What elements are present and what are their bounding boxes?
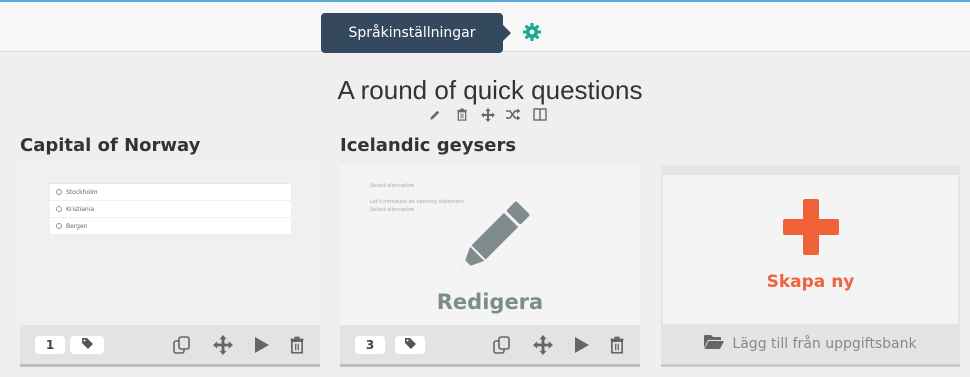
trash-icon[interactable]	[607, 335, 627, 355]
preview-option: Bergen	[50, 218, 291, 235]
create-new-label: Skapa ny	[766, 272, 855, 292]
columns-icon[interactable]	[531, 106, 548, 123]
copy-icon[interactable]	[172, 335, 192, 355]
create-new-card: Skapa ny Lägg till från uppgiftsbank	[661, 165, 960, 367]
preview-option: Kristiania	[50, 201, 291, 218]
card-preview[interactable]: Stockholm Kristiania Bergen	[20, 165, 320, 325]
task-card-capital-of-norway[interactable]: Stockholm Kristiania Bergen 1	[20, 165, 320, 367]
preview-line: Select alternative	[370, 207, 415, 213]
preview-line: Select alternative	[370, 183, 415, 189]
move-icon[interactable]	[213, 335, 233, 355]
plus-icon	[783, 199, 839, 255]
tag-button[interactable]	[395, 336, 425, 354]
preview-option: Stockholm	[50, 184, 291, 201]
play-icon[interactable]	[571, 335, 591, 355]
preview-option-list: Stockholm Kristiania Bergen	[50, 183, 291, 235]
pencil-icon	[452, 195, 532, 287]
tooltip-label: Språkinställningar	[348, 25, 476, 41]
pencil-icon[interactable]	[427, 106, 444, 123]
tag-icon	[404, 338, 416, 352]
edit-label[interactable]: Redigera	[340, 290, 640, 314]
gear-icon[interactable]	[522, 22, 542, 42]
tag-icon	[81, 338, 93, 352]
title-actions	[427, 106, 548, 123]
play-icon[interactable]	[251, 335, 271, 355]
trash-icon[interactable]	[287, 335, 307, 355]
page-title: A round of quick questions	[337, 75, 643, 105]
move-icon[interactable]	[479, 106, 496, 123]
tag-button[interactable]	[70, 336, 104, 354]
create-new-button[interactable]: Skapa ny	[663, 175, 958, 324]
card-title-icelandic-geysers: Icelandic geysers	[340, 135, 517, 156]
card-title-capital-of-norway: Capital of Norway	[20, 135, 201, 156]
card-footer: 1	[20, 325, 320, 364]
preview-line: Let's introduce an opening statement	[370, 199, 464, 205]
move-icon[interactable]	[533, 335, 553, 355]
task-card-icelandic-geysers[interactable]: Select alternative Let's introduce an op…	[340, 165, 640, 367]
card-footer: 3	[340, 325, 640, 364]
count-badge: 3	[355, 336, 385, 354]
folder-open-icon	[704, 334, 725, 354]
card-preview[interactable]: Select alternative Let's introduce an op…	[340, 165, 640, 325]
add-from-bank-label: Lägg till från uppgiftsbank	[732, 336, 917, 352]
count-badge: 1	[35, 336, 65, 354]
copy-icon[interactable]	[492, 335, 512, 355]
add-from-bank-button[interactable]: Lägg till från uppgiftsbank	[661, 333, 960, 355]
shuffle-icon[interactable]	[505, 106, 522, 123]
language-settings-tooltip: Språkinställningar	[321, 13, 511, 53]
trash-icon[interactable]	[453, 106, 470, 123]
